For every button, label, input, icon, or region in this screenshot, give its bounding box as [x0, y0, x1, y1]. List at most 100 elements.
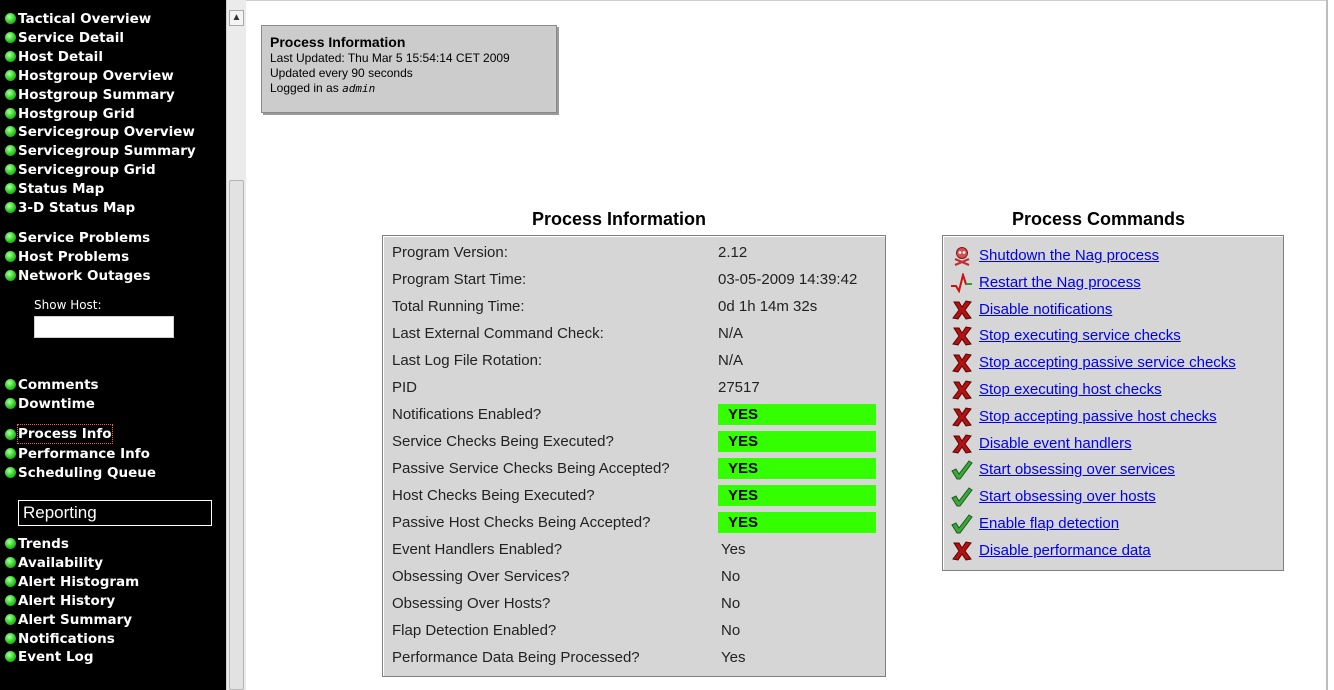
- command-link[interactable]: Stop accepting passive service checks: [979, 354, 1236, 371]
- status-bullet-icon: [5, 594, 16, 606]
- logged-in-prefix: Logged in as: [270, 81, 339, 95]
- red-x-icon[interactable]: [951, 300, 973, 320]
- table-row: Performance Data Being Processed? Yes: [383, 644, 885, 671]
- status-bullet-icon: [5, 397, 16, 409]
- scroll-thumb[interactable]: [229, 180, 244, 690]
- row-label: Last Log File Rotation:: [392, 352, 543, 369]
- command-link[interactable]: Stop accepting passive host checks: [979, 408, 1217, 425]
- sidebar-item-performance-info[interactable]: Performance Info: [18, 445, 150, 463]
- sidebar-item-servicegroup-overview[interactable]: Servicegroup Overview: [18, 123, 195, 141]
- process-information-title: Process Information: [532, 209, 707, 229]
- status-bullet-icon: [5, 250, 16, 262]
- sidebar-item-scheduling-queue[interactable]: Scheduling Queue: [18, 464, 156, 482]
- status-bullet-icon: [5, 31, 16, 43]
- sidebar-item-host-detail[interactable]: Host Detail: [18, 48, 103, 66]
- sidebar-item-servicegroup-summary[interactable]: Servicegroup Summary: [18, 142, 196, 160]
- command-link[interactable]: Disable notifications: [979, 301, 1112, 318]
- row-label: Passive Service Checks Being Accepted?: [392, 460, 670, 477]
- skull-icon[interactable]: [951, 246, 973, 267]
- red-x-icon[interactable]: [951, 380, 973, 400]
- red-x-icon[interactable]: [951, 407, 973, 427]
- row-label: Host Checks Being Executed?: [392, 487, 595, 504]
- row-value: No: [721, 568, 741, 585]
- sidebar-item-service-detail[interactable]: Service Detail: [18, 29, 124, 47]
- command-link[interactable]: Disable performance data: [979, 542, 1151, 559]
- sidebar-item-alert-history[interactable]: Alert History: [18, 592, 115, 610]
- scroll-up-arrow-icon[interactable]: ▲: [229, 10, 244, 26]
- last-updated-text: Last Updated: Thu Mar 5 15:54:14 CET 200…: [270, 51, 510, 65]
- sidebar-item-event-log[interactable]: Event Log: [18, 648, 93, 666]
- status-bullet-icon: [5, 556, 16, 568]
- process-info-header-box: Process Information Last Updated: Thu Ma…: [261, 25, 557, 113]
- status-bullet-icon: [5, 232, 16, 243]
- command-link[interactable]: Start obsessing over services: [979, 461, 1175, 478]
- status-bullet-icon: [5, 107, 16, 119]
- show-host-label: Show Host:: [34, 298, 102, 312]
- table-row: Passive Service Checks Being Accepted? YE…: [383, 455, 885, 482]
- sidebar-item-notifications[interactable]: Notifications: [18, 630, 115, 648]
- green-check-icon[interactable]: [951, 460, 973, 480]
- status-bullet-icon: [5, 183, 16, 195]
- sidebar-item-service-problems[interactable]: Service Problems: [18, 229, 150, 247]
- status-bullet-icon: [5, 447, 16, 459]
- command-link[interactable]: Disable event handlers: [979, 435, 1132, 452]
- status-bullet-icon: [5, 126, 16, 138]
- update-interval-text: Updated every 90 seconds: [270, 66, 413, 80]
- sidebar-item-status-map[interactable]: Status Map: [18, 180, 104, 198]
- red-x-icon[interactable]: [951, 434, 973, 454]
- sidebar-item-tactical-overview[interactable]: Tactical Overview: [18, 10, 151, 28]
- sidebar-item-host-problems[interactable]: Host Problems: [18, 248, 129, 266]
- command-link[interactable]: Shutdown the Nag process: [979, 247, 1159, 264]
- command-link[interactable]: Stop executing service checks: [979, 327, 1181, 344]
- table-row: Event Handlers Enabled? Yes: [383, 536, 885, 563]
- sidebar-item-hostgroup-overview[interactable]: Hostgroup Overview: [18, 67, 174, 85]
- status-bullet-icon: [5, 269, 16, 281]
- heartbeat-icon[interactable]: [951, 271, 973, 294]
- sidebar-item-trends[interactable]: Trends: [18, 535, 69, 553]
- status-bullet-icon: [5, 651, 16, 663]
- sidebar-item-alert-histogram[interactable]: Alert Histogram: [18, 573, 139, 591]
- status-badge: YES: [718, 485, 876, 506]
- process-information-table: Program Version: 2.12 Program Start Time: 0…: [382, 235, 886, 677]
- row-label: Total Running Time:: [392, 298, 525, 315]
- sidebar-item-network-outages[interactable]: Network Outages: [18, 267, 151, 285]
- row-value: N/A: [718, 325, 744, 342]
- sidebar-item-servicegroup-grid[interactable]: Servicegroup Grid: [18, 161, 156, 179]
- row-label: Obsessing Over Hosts?: [392, 595, 551, 612]
- command-link[interactable]: Restart the Nag process: [979, 274, 1141, 291]
- green-check-icon[interactable]: [951, 514, 973, 534]
- status-badge: YES: [718, 458, 876, 479]
- sidebar-item-downtime[interactable]: Downtime: [18, 395, 95, 413]
- status-bullet-icon: [5, 575, 16, 587]
- green-check-icon[interactable]: [951, 487, 973, 507]
- red-x-icon[interactable]: [951, 326, 973, 346]
- sidebar-item-availability[interactable]: Availability: [18, 554, 103, 572]
- sidebar-item-hostgroup-summary[interactable]: Hostgroup Summary: [18, 86, 175, 104]
- table-row: Passive Host Checks Being Accepted? YES: [383, 509, 885, 536]
- status-bullet-icon: [5, 429, 16, 440]
- status-bullet-icon: [5, 164, 16, 176]
- command-link[interactable]: Stop executing host checks: [979, 381, 1162, 398]
- table-row: Last External Command Check: N/A: [383, 320, 885, 347]
- row-value: No: [721, 595, 741, 612]
- sidebar-item-hostgroup-grid[interactable]: Hostgroup Grid: [18, 105, 135, 123]
- show-host-input[interactable]: [34, 316, 174, 338]
- status-bullet-icon: [5, 145, 16, 157]
- table-row: Obsessing Over Hosts? No: [383, 590, 885, 617]
- status-bullet-icon: [5, 613, 16, 625]
- frame-border-right: [1326, 0, 1328, 690]
- row-value: 2.12: [718, 244, 748, 261]
- command-link[interactable]: Start obsessing over hosts: [979, 488, 1156, 505]
- logged-in-text: Logged in as admin: [270, 81, 556, 96]
- red-x-icon[interactable]: [951, 541, 973, 561]
- sidebar-scrollbar[interactable]: ▲: [226, 0, 246, 690]
- table-row: Host Checks Being Executed? YES: [383, 482, 885, 509]
- sidebar-item-alert-summary[interactable]: Alert Summary: [18, 611, 132, 629]
- sidebar-item-3-d-status-map[interactable]: 3-D Status Map: [18, 199, 135, 217]
- status-bullet-icon: [5, 632, 16, 644]
- sidebar-item-comments[interactable]: Comments: [18, 376, 99, 394]
- red-x-icon[interactable]: [951, 353, 973, 373]
- status-bullet-icon: [5, 466, 16, 478]
- sidebar-item-process-info[interactable]: Process Info: [17, 424, 113, 444]
- command-link[interactable]: Enable flap detection: [979, 515, 1119, 532]
